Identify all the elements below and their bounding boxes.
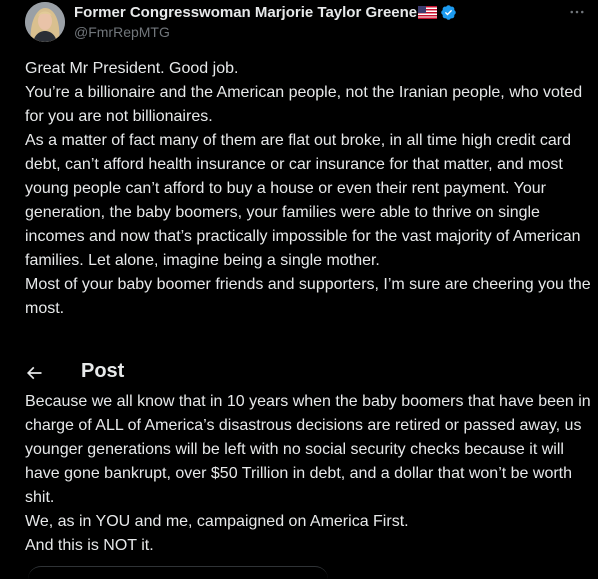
more-options-button[interactable] <box>564 2 590 22</box>
post-header-bar: Post <box>0 352 598 394</box>
back-button[interactable] <box>22 361 46 385</box>
display-name[interactable]: Former Congresswoman Marjorie Taylor Gre… <box>74 4 417 21</box>
back-arrow-icon <box>26 366 42 380</box>
avatar-image <box>25 2 65 42</box>
tweet-paragraph: Because we all know that in 10 years whe… <box>25 393 596 506</box>
us-flag-icon <box>418 5 438 19</box>
tweet-header: Former Congresswoman Marjorie Taylor Gre… <box>0 0 598 52</box>
tweet-paragraph: And this is NOT it. <box>25 537 154 554</box>
handle[interactable]: @FmrRepMTG <box>74 24 170 40</box>
tweet-paragraph: Great Mr President. Good job. <box>25 60 239 77</box>
display-name-row: Former Congresswoman Marjorie Taylor Gre… <box>74 2 457 22</box>
verified-badge-icon <box>440 4 457 21</box>
tweet-paragraph: As a matter of fact many of them are fla… <box>25 132 585 269</box>
page-title: Post <box>81 360 125 382</box>
tweet-paragraph: Most of your baby boomer friends and sup… <box>25 276 596 317</box>
tweet-paragraph: We, as in YOU and me, campaigned on Amer… <box>25 513 409 530</box>
tweet-text: Great Mr President. Good job. You’re a b… <box>25 57 595 321</box>
more-horizontal-icon <box>570 10 584 14</box>
tweet-paragraph: You’re a billionaire and the American pe… <box>25 84 587 125</box>
tweet-text-continued: Because we all know that in 10 years whe… <box>25 390 595 558</box>
avatar[interactable] <box>25 2 65 42</box>
